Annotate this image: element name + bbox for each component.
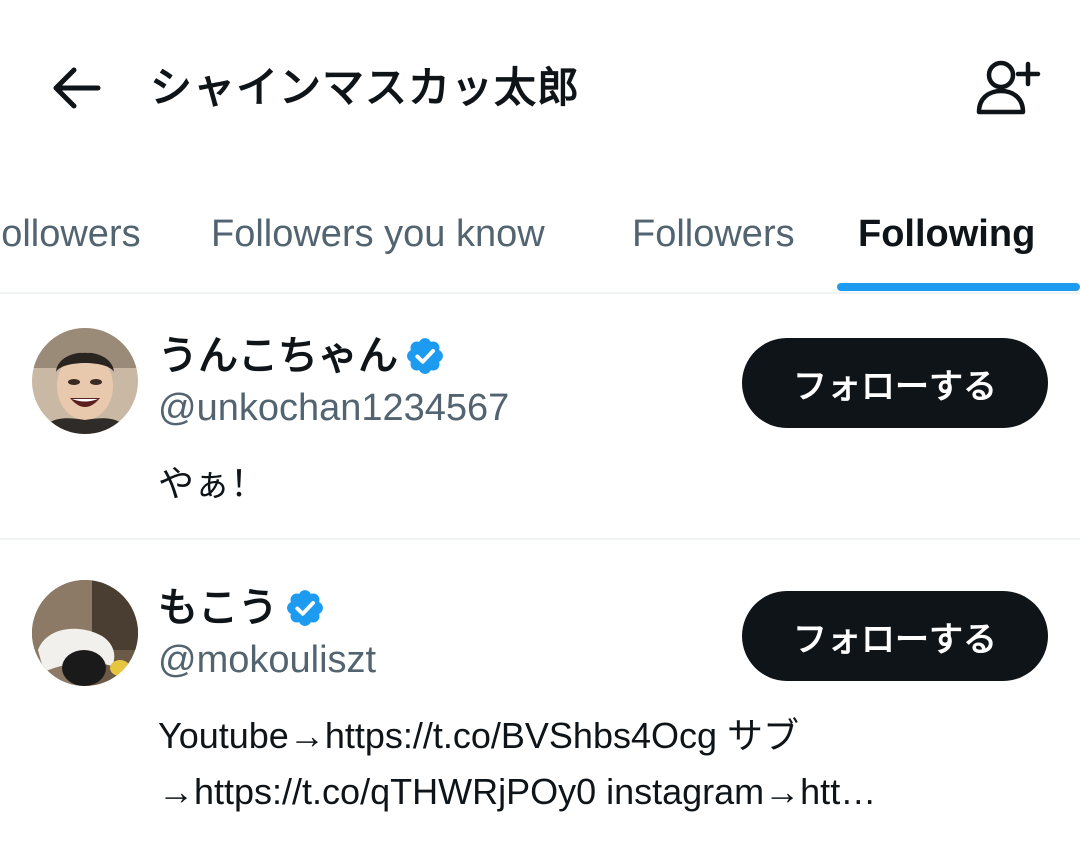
user-handle: @mokouliszt (158, 639, 377, 681)
user-handle: @unkochan1234567 (158, 387, 510, 429)
tab-followers[interactable]: Followers (632, 176, 795, 292)
avatar[interactable] (32, 580, 138, 686)
bio-line: やぁ！ (158, 463, 267, 504)
user-display-name[interactable]: うんこちゃん (158, 330, 398, 382)
user-bio: Youtube→https://t.co/BVShbs4Ocg サブ →http… (158, 708, 1038, 820)
user-name-line: もこう (158, 582, 326, 634)
top-app-bar: シャインマスカッ太郎 (0, 0, 1080, 176)
page-title: シャインマスカッ太郎 (150, 63, 581, 112)
user-bio: やぁ！ (158, 456, 266, 512)
tab-following[interactable]: Following (858, 176, 1035, 292)
tab-bar: Followers Followers you know Followers F… (0, 176, 1080, 294)
avatar[interactable] (32, 328, 138, 434)
user-list-item[interactable]: もこう @mokouliszt フォローする Youtube→https://t… (0, 542, 1080, 842)
follow-button[interactable]: フォローする (742, 338, 1048, 428)
verified-badge-icon (284, 587, 326, 629)
user-list-item[interactable]: うんこちゃん @unkochan1234567 フォローする やぁ！ (0, 296, 1080, 540)
tab-followers-verified[interactable]: Followers (0, 176, 141, 292)
user-name-line: うんこちゃん (158, 330, 446, 382)
verified-badge-icon (404, 335, 446, 377)
tab-followers-you-know[interactable]: Followers you know (211, 176, 545, 292)
add-person-icon (976, 60, 1041, 115)
user-display-name[interactable]: もこう (158, 582, 278, 634)
arrow-left-icon (53, 67, 101, 109)
back-button[interactable] (44, 56, 108, 120)
follow-button[interactable]: フォローする (742, 591, 1048, 681)
active-tab-indicator (837, 283, 1080, 291)
bio-line: →https://t.co/qTHWRjPOy0 instagram→htt… (158, 771, 877, 812)
add-person-button[interactable] (968, 52, 1048, 124)
bio-line: Youtube→https://t.co/BVShbs4Ocg サブ (158, 715, 800, 756)
